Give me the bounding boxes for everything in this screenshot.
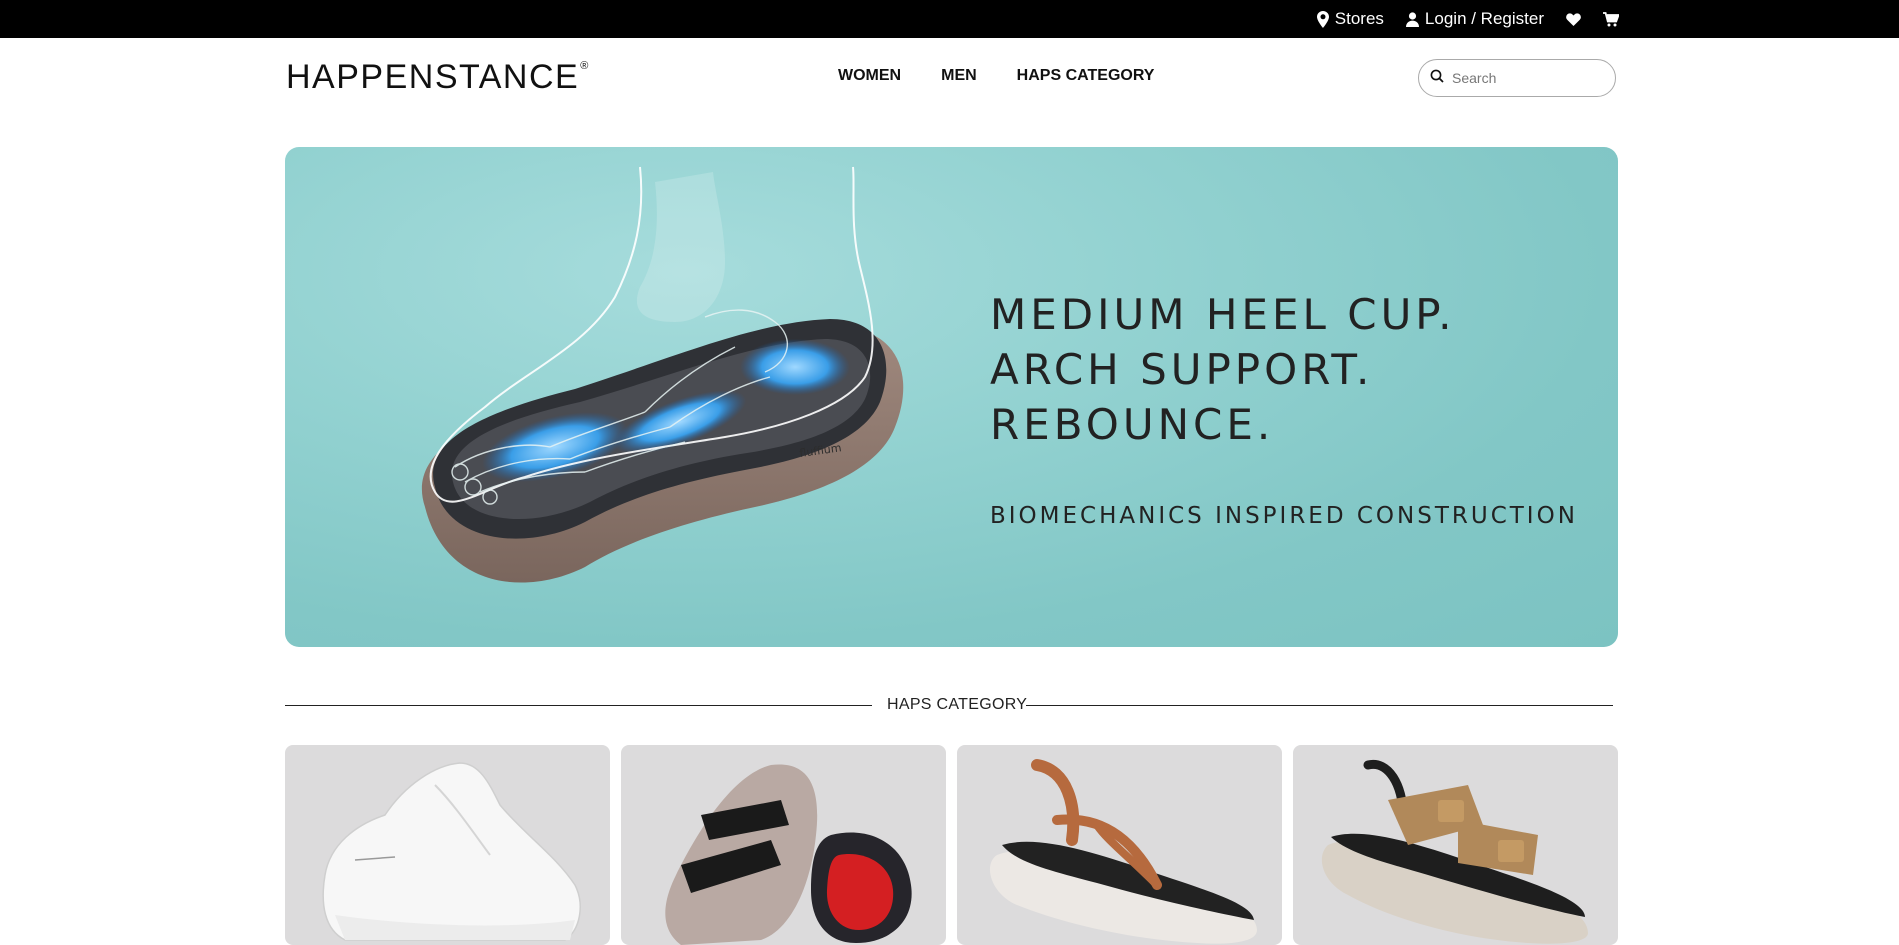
- divider-right: [1026, 705, 1613, 706]
- cart-button[interactable]: [1603, 11, 1619, 27]
- category-card-slide-sandal[interactable]: [621, 745, 946, 945]
- divider-left: [285, 705, 872, 706]
- thong-sandal-image: [989, 759, 1257, 944]
- nav-women[interactable]: WOMEN: [838, 67, 901, 85]
- location-pin-icon: [1316, 10, 1329, 28]
- category-card-sneaker[interactable]: [285, 745, 610, 945]
- search-input[interactable]: [1450, 69, 1604, 87]
- login-register-label: Login / Register: [1424, 9, 1544, 28]
- user-icon: [1405, 11, 1419, 27]
- stores-label: Stores: [1334, 9, 1384, 28]
- nav-men[interactable]: MEN: [941, 67, 977, 85]
- sneaker-image: [322, 762, 581, 941]
- cart-icon: [1603, 11, 1619, 27]
- category-card-thong-sandal[interactable]: [957, 745, 1282, 945]
- wishlist-button[interactable]: [1566, 12, 1581, 26]
- login-register-link[interactable]: Login / Register: [1405, 9, 1544, 29]
- hero-banner[interactable]: fluffium MEDIUM HEEL CUP. ARCH SUPPORT. …: [285, 147, 1618, 647]
- slide-sandal-image: [665, 764, 912, 945]
- category-card-strap-sandal[interactable]: [1293, 745, 1618, 945]
- strap-sandal-image: [1321, 759, 1588, 944]
- nav-haps-category[interactable]: HAPS CATEGORY: [1017, 67, 1155, 85]
- section-title-label: HAPS CATEGORY: [887, 696, 1028, 713]
- brand-logo[interactable]: HAPPENSTANCE®: [286, 58, 589, 97]
- search-icon[interactable]: [1430, 69, 1444, 88]
- banner-headline: MEDIUM HEEL CUP. ARCH SUPPORT. REBOUNCE.: [990, 290, 1456, 449]
- main-nav: WOMEN MEN HAPS CATEGORY: [838, 67, 1154, 85]
- category-grid: [285, 745, 1618, 945]
- section-heading: HAPS CATEGORY: [285, 693, 1613, 717]
- site-header: HAPPENSTANCE® WOMEN MEN HAPS CATEGORY: [0, 38, 1899, 146]
- top-bar: Stores Login / Register: [0, 0, 1899, 38]
- search-box[interactable]: [1418, 59, 1616, 97]
- stores-link[interactable]: Stores: [1316, 9, 1384, 29]
- banner-subline: BIOMECHANICS INSPIRED CONSTRUCTION: [990, 503, 1578, 529]
- heart-icon: [1566, 12, 1581, 26]
